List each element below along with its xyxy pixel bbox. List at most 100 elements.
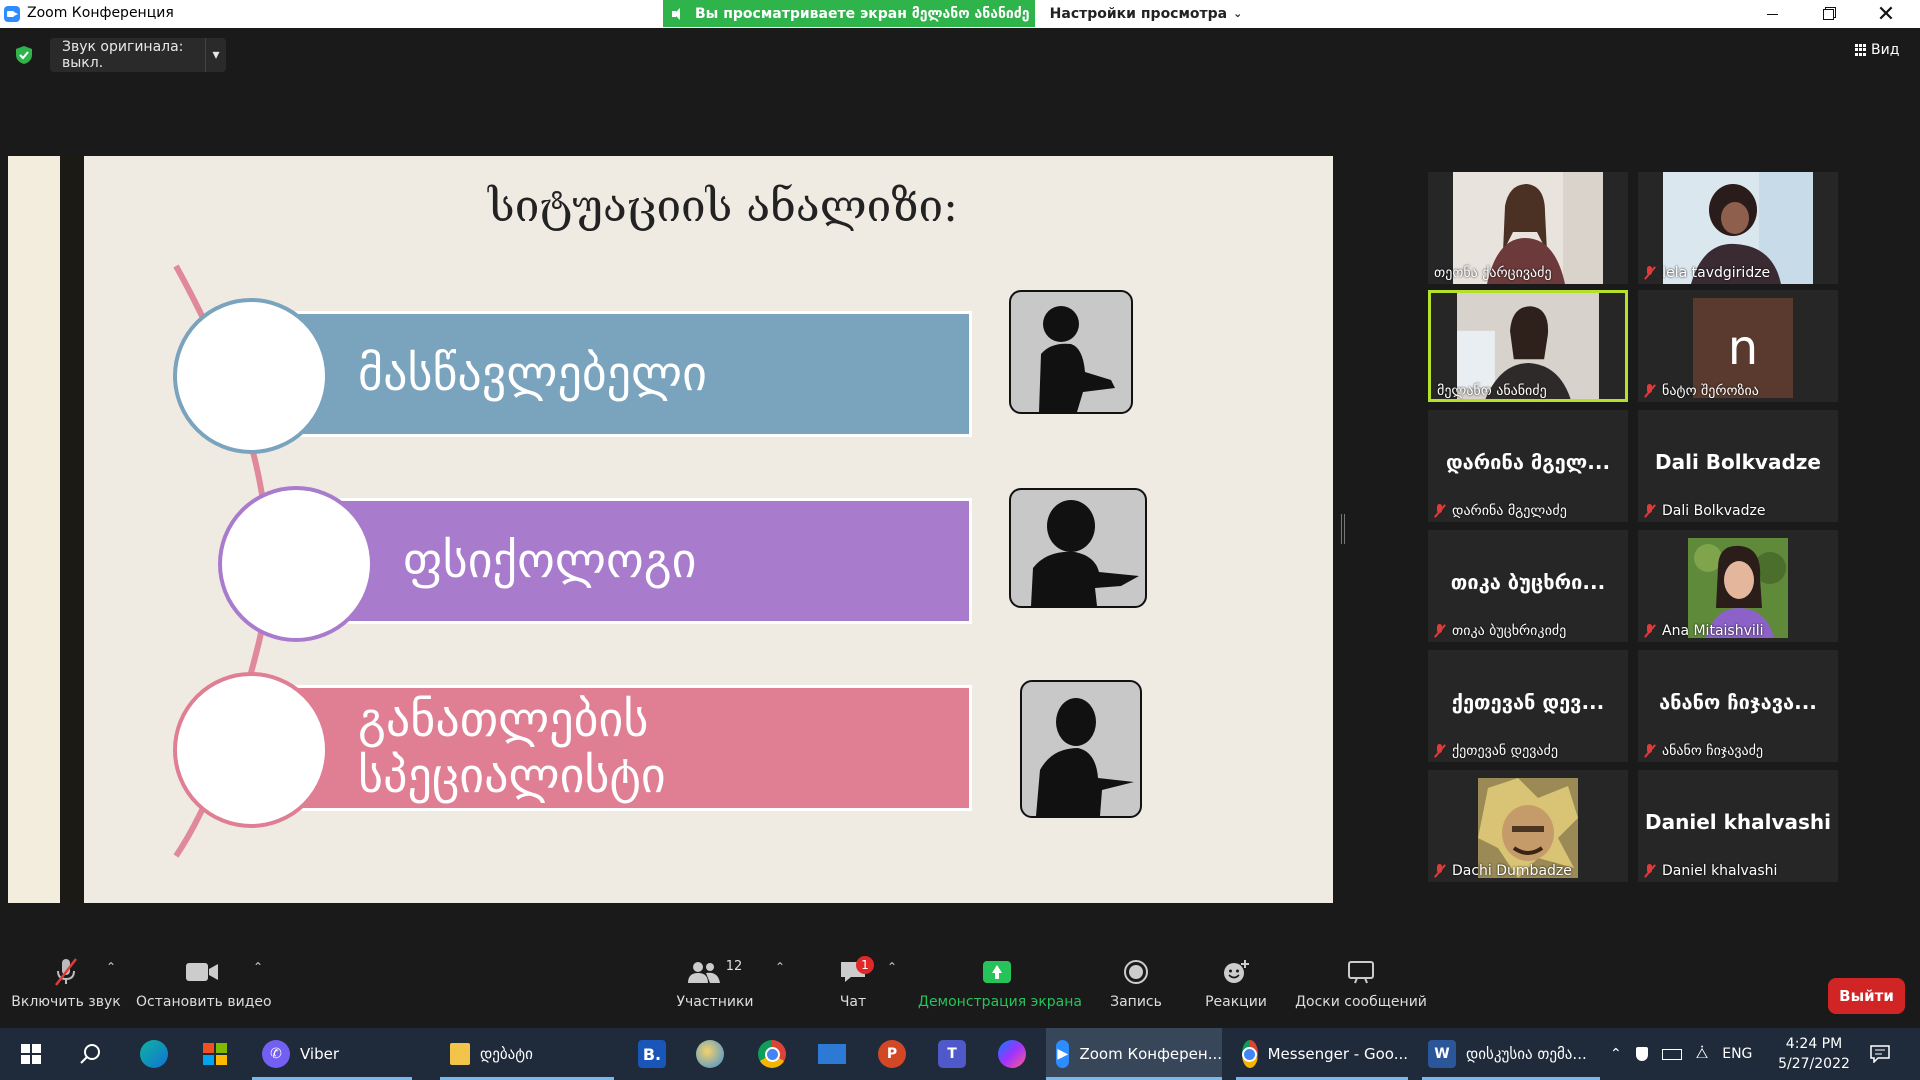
- participant-display-name: თიკა ბუცხრი...: [1450, 570, 1606, 594]
- defender-shield-icon[interactable]: [1635, 1047, 1648, 1061]
- clock-date: 5/27/2022: [1778, 1056, 1850, 1072]
- mic-muted-icon: [1644, 864, 1656, 878]
- mic-muted-icon: [1644, 624, 1656, 638]
- paint-icon: [696, 1040, 724, 1068]
- meeting-controls-bar: Включить звук ⌃ Остановить видео ⌃ 12 Уч…: [0, 956, 1920, 1028]
- chrome-icon: [1242, 1040, 1258, 1068]
- taskbar-chrome[interactable]: [752, 1028, 792, 1080]
- chat-button[interactable]: 1 Чат: [826, 956, 880, 1010]
- teams-icon: T: [938, 1040, 966, 1068]
- participant-display-name: ქეთევან დევ...: [1451, 690, 1605, 714]
- reactions-button[interactable]: Реакции: [1200, 956, 1272, 1010]
- chat-label: Чат: [839, 994, 867, 1010]
- taskbar-clock[interactable]: 4:24 PM 5/27/2022: [1764, 1034, 1864, 1074]
- windows-logo-icon: [21, 1044, 41, 1064]
- participant-display-name: ანანო ჩიჯავა...: [1659, 690, 1817, 714]
- mic-muted-icon: [1644, 504, 1656, 518]
- participant-tile[interactable]: Daniel khalvashi Daniel khalvashi: [1638, 770, 1838, 882]
- system-tray: ⌃ ⧊ ENG: [1610, 1028, 1752, 1080]
- participant-tile-active-speaker[interactable]: მელანო ანანიძე: [1428, 290, 1628, 402]
- taskbar-zoom[interactable]: ▶ Zoom Конферен...: [1046, 1028, 1222, 1080]
- start-button[interactable]: [10, 1028, 52, 1080]
- chevron-up-icon[interactable]: ⌃: [1610, 1046, 1622, 1062]
- stop-video-button[interactable]: Остановить видео: [136, 956, 272, 1010]
- slide-item-circle: [218, 486, 374, 642]
- mic-muted-icon: [1434, 744, 1446, 758]
- taskbar-chrome-messenger[interactable]: Messenger - Goo...: [1236, 1028, 1408, 1080]
- dropdown-icon[interactable]: ▾: [205, 38, 226, 72]
- participant-display-name: Daniel khalvashi: [1645, 810, 1831, 834]
- leave-meeting-button[interactable]: Выйти: [1828, 978, 1905, 1014]
- chevron-down-icon: ⌄: [1233, 7, 1243, 20]
- zoom-icon: ▶: [1056, 1040, 1070, 1068]
- participant-name: Iela tavdgiridze: [1644, 265, 1770, 281]
- b-app-icon: B.: [638, 1040, 666, 1068]
- participant-tile[interactable]: თიკა ბუცხრი... თიკა ბუცხრიკიძე: [1428, 530, 1628, 642]
- panel-resize-handle[interactable]: [1341, 514, 1345, 544]
- participant-tile[interactable]: ანანო ჩიჯავა... ანანო ჩიჯავაძე: [1638, 650, 1838, 762]
- battery-icon[interactable]: [1661, 1048, 1682, 1060]
- whiteboards-button[interactable]: Доски сообщений: [1293, 956, 1429, 1010]
- slide-item-label: განათლების სპეციალისტი: [358, 692, 666, 804]
- view-options-label: Настройки просмотра: [1049, 5, 1228, 22]
- psychologist-silhouette-icon: [1009, 488, 1147, 608]
- education-specialist-silhouette-icon: [1020, 680, 1142, 818]
- taskbar-messenger[interactable]: [992, 1028, 1032, 1080]
- original-sound-toggle[interactable]: Звук оригинала: выкл. ▾: [50, 38, 226, 72]
- screen-share-banner: Вы просматриваете экран მელანო ანანიძე: [663, 0, 1035, 27]
- participant-tile[interactable]: ქეთევან დევ... ქეთევან დევაძე: [1428, 650, 1628, 762]
- wifi-icon[interactable]: ⧊: [1696, 1046, 1709, 1062]
- language-indicator[interactable]: ENG: [1722, 1046, 1752, 1062]
- close-button[interactable]: ✕: [1863, 0, 1909, 28]
- taskbar-folder[interactable]: დებატი: [440, 1028, 614, 1080]
- mic-muted-icon: [1434, 504, 1446, 518]
- taskbar-edge[interactable]: [134, 1028, 174, 1080]
- taskbar-b-app[interactable]: B.: [632, 1028, 672, 1080]
- mic-muted-icon: [1434, 624, 1446, 638]
- participant-tile[interactable]: n ნატო შეროზია: [1638, 290, 1838, 402]
- taskbar-powerpoint[interactable]: P: [872, 1028, 912, 1080]
- taskbar-mail[interactable]: [812, 1028, 852, 1080]
- original-sound-label: Звук оригинала: выкл.: [62, 39, 184, 71]
- participant-tile[interactable]: Dachi Dumbadze: [1428, 770, 1628, 882]
- video-camera-icon: [186, 963, 218, 981]
- whiteboards-label: Доски сообщений: [1295, 994, 1427, 1010]
- participant-display-name: Dali Bolkvadze: [1655, 450, 1821, 474]
- participant-tile[interactable]: დარინა მგელ... დარინა მგელაძე: [1428, 410, 1628, 522]
- reactions-label: Реакции: [1205, 994, 1267, 1010]
- participant-display-name: დარინა მგელ...: [1445, 450, 1611, 474]
- taskbar-store[interactable]: [195, 1028, 235, 1080]
- view-label: Вид: [1871, 42, 1900, 58]
- participants-button[interactable]: 12 Участники: [673, 956, 757, 1011]
- slide-item-label: მასწავლებელი: [358, 346, 707, 402]
- taskbar-word[interactable]: W დისკუსია თემა...: [1422, 1028, 1600, 1080]
- video-options-caret-icon[interactable]: ⌃: [253, 960, 263, 974]
- slide-item-circle: [173, 298, 329, 454]
- participant-name: თეონა ქარცივაძე: [1434, 265, 1552, 281]
- notifications-button[interactable]: [1860, 1028, 1900, 1080]
- participant-tile[interactable]: Iela tavdgiridze: [1638, 172, 1838, 284]
- teacher-silhouette-icon: [1009, 290, 1133, 414]
- chat-options-caret-icon[interactable]: ⌃: [887, 960, 897, 974]
- unmute-label: Включить звук: [11, 994, 121, 1010]
- participant-tile[interactable]: თეონა ქარცივაძე: [1428, 172, 1628, 284]
- audio-options-caret-icon[interactable]: ⌃: [106, 960, 116, 974]
- share-screen-button[interactable]: Демонстрация экрана: [918, 956, 1082, 1010]
- taskbar-paint[interactable]: [690, 1028, 730, 1080]
- folder-icon: [450, 1043, 470, 1065]
- taskbar-viber[interactable]: ✆ Viber: [252, 1028, 412, 1080]
- taskbar-teams[interactable]: T: [932, 1028, 972, 1080]
- clock-time: 4:24 PM: [1785, 1036, 1843, 1052]
- grid-icon: [1855, 44, 1867, 56]
- record-button[interactable]: Запись: [1101, 956, 1171, 1010]
- store-icon: [203, 1043, 227, 1065]
- shield-icon[interactable]: [16, 46, 32, 64]
- participant-tile[interactable]: Dali Bolkvadze Dali Bolkvadze: [1638, 410, 1838, 522]
- view-options-button[interactable]: Настройки просмотра ⌄: [1035, 0, 1257, 27]
- participant-tile[interactable]: Ana Mitaishvili: [1638, 530, 1838, 642]
- minimize-button[interactable]: [1749, 0, 1795, 28]
- maximize-button[interactable]: [1805, 0, 1851, 28]
- view-button[interactable]: Вид: [1855, 42, 1899, 58]
- search-button[interactable]: [70, 1028, 110, 1080]
- participants-options-caret-icon[interactable]: ⌃: [775, 960, 785, 974]
